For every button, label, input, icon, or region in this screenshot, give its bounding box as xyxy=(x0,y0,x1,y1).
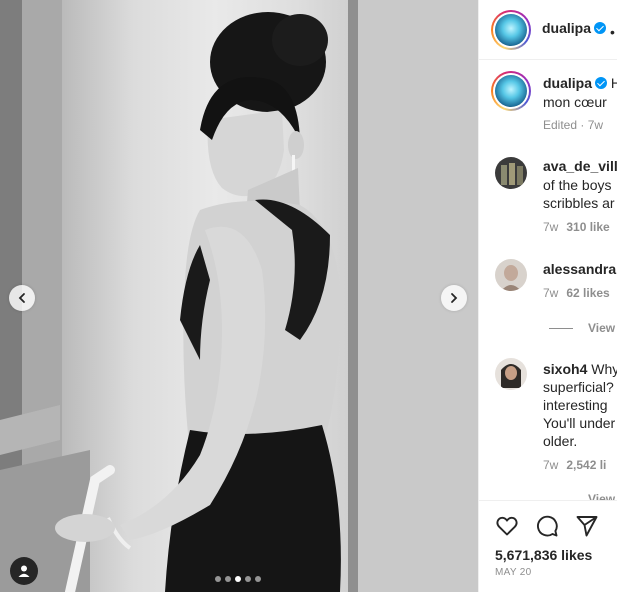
author-avatar[interactable] xyxy=(491,10,531,50)
comment-text: interesting xyxy=(543,397,608,413)
comment-meta: 7w 2,542 li xyxy=(543,458,606,472)
post-sidebar: dualipa • dualipa H mon cœur Edited · 7w… xyxy=(478,0,617,592)
author-username-text[interactable]: dualipa xyxy=(542,20,591,36)
tagged-users-button[interactable] xyxy=(10,557,38,585)
chevron-right-icon xyxy=(451,293,458,303)
comment-icon[interactable] xyxy=(535,514,559,538)
next-photo-button[interactable] xyxy=(441,285,467,311)
comment-username[interactable]: ava_de_ville xyxy=(543,157,617,175)
comment-avatar[interactable] xyxy=(495,358,527,390)
caption-text: mon cœur xyxy=(543,94,607,110)
comment-likes[interactable]: 2,542 li xyxy=(566,458,606,472)
heart-icon[interactable] xyxy=(495,514,519,538)
comment-avatar[interactable] xyxy=(495,259,527,291)
carousel-dot xyxy=(245,576,251,582)
author-username[interactable]: dualipa xyxy=(542,20,607,36)
likes-count[interactable]: 5,671,836 likes xyxy=(495,547,592,563)
post-actions: 5,671,836 likes MAY 20 xyxy=(479,500,617,592)
carousel-dot-active xyxy=(235,576,241,582)
replies-divider xyxy=(549,328,573,329)
view-replies-button[interactable]: View xyxy=(588,321,615,335)
paper-plane-icon[interactable] xyxy=(575,514,599,538)
carousel-dot xyxy=(255,576,261,582)
carousel-dot xyxy=(215,576,221,582)
comment-username[interactable]: alessandra xyxy=(543,260,616,278)
comment-time: 7w xyxy=(543,458,559,472)
comment-time: 7w xyxy=(543,286,559,300)
comment-time: 7w xyxy=(543,220,559,234)
verified-badge-icon xyxy=(594,22,607,34)
caption-text-start: H xyxy=(611,75,617,91)
comment-username-text[interactable]: alessandra xyxy=(543,261,616,277)
caption-meta: Edited · 7w xyxy=(543,118,604,132)
comment-meta: 7w 62 likes xyxy=(543,286,610,300)
comment-text: superficial? xyxy=(543,379,614,395)
caption-first-line: dualipa H xyxy=(543,74,617,92)
comment-text: scribbles ar xyxy=(543,195,615,211)
comment-likes[interactable]: 310 like xyxy=(566,220,609,234)
chevron-left-icon xyxy=(18,293,25,303)
post-image[interactable] xyxy=(0,0,478,592)
carousel-indicator xyxy=(215,576,261,582)
comment-username-text[interactable]: ava_de_ville xyxy=(543,158,617,174)
previous-photo-button[interactable] xyxy=(9,285,35,311)
post-photo xyxy=(0,0,478,592)
comment-username-text[interactable]: sixoh4 xyxy=(543,361,587,377)
post-header: dualipa • xyxy=(479,0,617,60)
verified-badge-icon xyxy=(595,77,608,89)
carousel-dot xyxy=(225,576,231,582)
more-options-icon[interactable]: • xyxy=(610,24,615,40)
comment-avatar[interactable] xyxy=(495,157,527,189)
comment-text: older. xyxy=(543,433,578,449)
comment-likes[interactable]: 62 likes xyxy=(566,286,609,300)
caption-username[interactable]: dualipa xyxy=(543,75,592,91)
comment-text-start: Why xyxy=(591,361,617,377)
comment-text: You'll under xyxy=(543,415,616,431)
comment-meta: 7w 310 like xyxy=(543,220,610,234)
comment-text: of the boys xyxy=(543,177,612,193)
caption-author-avatar[interactable] xyxy=(491,71,531,111)
caption-time: 7w xyxy=(587,118,604,132)
edited-label: Edited xyxy=(543,118,578,132)
comment-first-line: sixoh4 Why xyxy=(543,360,617,378)
user-tag-icon xyxy=(18,565,30,577)
post-date[interactable]: MAY 20 xyxy=(495,567,531,578)
